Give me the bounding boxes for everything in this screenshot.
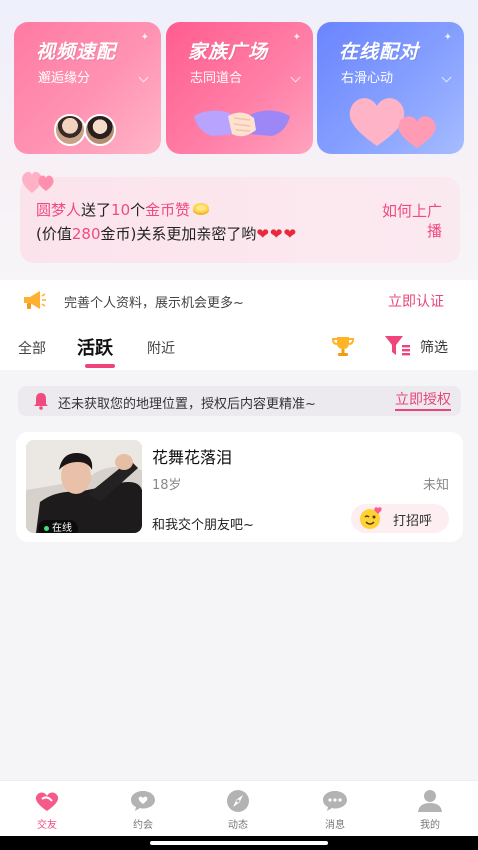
filter-icon[interactable] — [384, 334, 410, 358]
online-status-badge: 在线 — [38, 520, 78, 533]
verify-now-button[interactable]: 立即认证 — [388, 291, 444, 311]
nav-label: 约会 — [133, 820, 153, 831]
verify-prompt-text: 完善个人资料，展示机会更多~ — [64, 296, 244, 311]
message-icon — [323, 791, 347, 811]
user-card[interactable]: 在线 花舞花落泪 18岁 未知 和我交个朋友吧~ 打招呼 — [16, 432, 463, 542]
nav-label: 交友 — [37, 820, 57, 831]
how-to-broadcast-link[interactable]: 如何上广播 — [382, 201, 442, 241]
avatar-pair — [54, 114, 126, 146]
card-title: 在线配对 — [339, 41, 420, 63]
authorize-now-link[interactable]: 立即授权 — [395, 392, 451, 411]
profile-icon — [418, 790, 442, 812]
gift-text: 金币)关系更加亲密了哟 — [100, 225, 257, 243]
nav-item-messages[interactable]: 消息 — [305, 789, 365, 831]
handshake-icon — [194, 110, 290, 137]
tab-nearby[interactable]: 附近 — [147, 338, 175, 358]
system-home-bar — [0, 836, 478, 850]
active-tab-indicator — [85, 364, 115, 368]
trophy-icon[interactable] — [331, 334, 355, 358]
location-notice-text: 还未获取您的地理位置，授权后内容更精准~ — [58, 397, 316, 412]
sparkle-icon: ✦ — [140, 32, 149, 43]
tab-all[interactable]: 全部 — [18, 338, 46, 358]
hearts-icon — [22, 171, 54, 193]
nav-label: 我的 — [420, 820, 440, 831]
greet-button-label: 打招呼 — [393, 514, 433, 529]
avatar — [54, 114, 86, 146]
card-title: 视频速配 — [36, 41, 117, 63]
sparkle-icon: ✦ — [292, 32, 301, 43]
gift-text: 送了 — [81, 201, 112, 219]
nav-label: 动态 — [228, 820, 248, 831]
nav-item-dating[interactable]: 约会 — [113, 789, 173, 831]
location-permission-notice: 还未获取您的地理位置，授权后内容更精准~ 立即授权 — [18, 386, 461, 416]
megaphone-icon — [24, 291, 46, 309]
gold-coin-icon — [193, 203, 210, 215]
user-location: 未知 — [422, 478, 449, 493]
friends-icon — [35, 792, 59, 811]
bell-icon — [34, 393, 48, 410]
user-age: 18岁 — [152, 478, 182, 493]
card-subtitle: 右滑心动 — [341, 71, 394, 86]
tab-active[interactable]: 活跃 — [77, 334, 113, 360]
red-hearts-icon: ❤❤❤ — [256, 225, 298, 243]
video-match-card[interactable]: 视频速配 邂逅缘分 ✦ — [14, 22, 161, 154]
user-bio: 和我交个朋友吧~ — [152, 518, 254, 533]
online-match-card[interactable]: 在线配对 右滑心动 ✦ — [317, 22, 464, 154]
hearts-icon — [349, 98, 436, 148]
user-name: 花舞花落泪 — [152, 448, 233, 467]
wink-emoji-icon — [360, 507, 382, 529]
chevron-down-icon — [441, 72, 452, 83]
sparkle-icon: ✦ — [443, 32, 452, 43]
gift-item: 金币赞 — [145, 201, 191, 219]
card-title: 家族广场 — [188, 41, 269, 63]
gift-text-line: (价值280金币)关系更加亲密了哟❤❤❤ — [36, 223, 297, 244]
chevron-down-icon — [138, 72, 149, 83]
gift-broadcast-banner[interactable]: 圆梦人送了10个金币赞 (价值280金币)关系更加亲密了哟❤❤❤ 如何上广播 — [20, 171, 460, 263]
compass-icon — [227, 790, 249, 812]
feature-cards: 视频速配 邂逅缘分 ✦ 家族广场 志同道合 ✦ 在线配对 右滑心动 ✦ — [14, 22, 464, 154]
avatar — [84, 114, 116, 146]
family-square-card[interactable]: 家族广场 志同道合 ✦ — [166, 22, 313, 154]
nav-item-moments[interactable]: 动态 — [208, 789, 268, 831]
chevron-down-icon — [290, 72, 301, 83]
filter-button-label[interactable]: 筛选 — [420, 337, 448, 357]
dating-chat-icon — [131, 791, 155, 811]
gift-text-line: 圆梦人送了10个金币赞 — [36, 199, 210, 220]
profile-verify-bar: 完善个人资料，展示机会更多~ 立即认证 — [0, 280, 478, 322]
sender-name[interactable]: 圆梦人 — [36, 201, 81, 219]
gift-text: 个 — [130, 201, 146, 219]
gift-value: 280 — [71, 225, 101, 243]
card-subtitle: 邂逅缘分 — [38, 71, 91, 86]
nav-label: 消息 — [325, 820, 345, 831]
gift-count: 10 — [111, 201, 131, 219]
greet-button[interactable]: 打招呼 — [351, 504, 449, 533]
card-subtitle: 志同道合 — [190, 71, 243, 86]
bottom-navigation: 交友 约会 动态 消息 我的 — [0, 780, 478, 836]
nav-item-friends[interactable]: 交友 — [17, 789, 77, 831]
nav-item-profile[interactable]: 我的 — [400, 789, 460, 831]
user-photo[interactable]: 在线 — [26, 440, 142, 533]
home-indicator[interactable] — [150, 841, 328, 845]
user-photo-figure — [26, 440, 142, 533]
filter-tabs: 全部 活跃 附近 筛选 — [0, 322, 478, 370]
gift-text: (价值 — [36, 225, 72, 243]
